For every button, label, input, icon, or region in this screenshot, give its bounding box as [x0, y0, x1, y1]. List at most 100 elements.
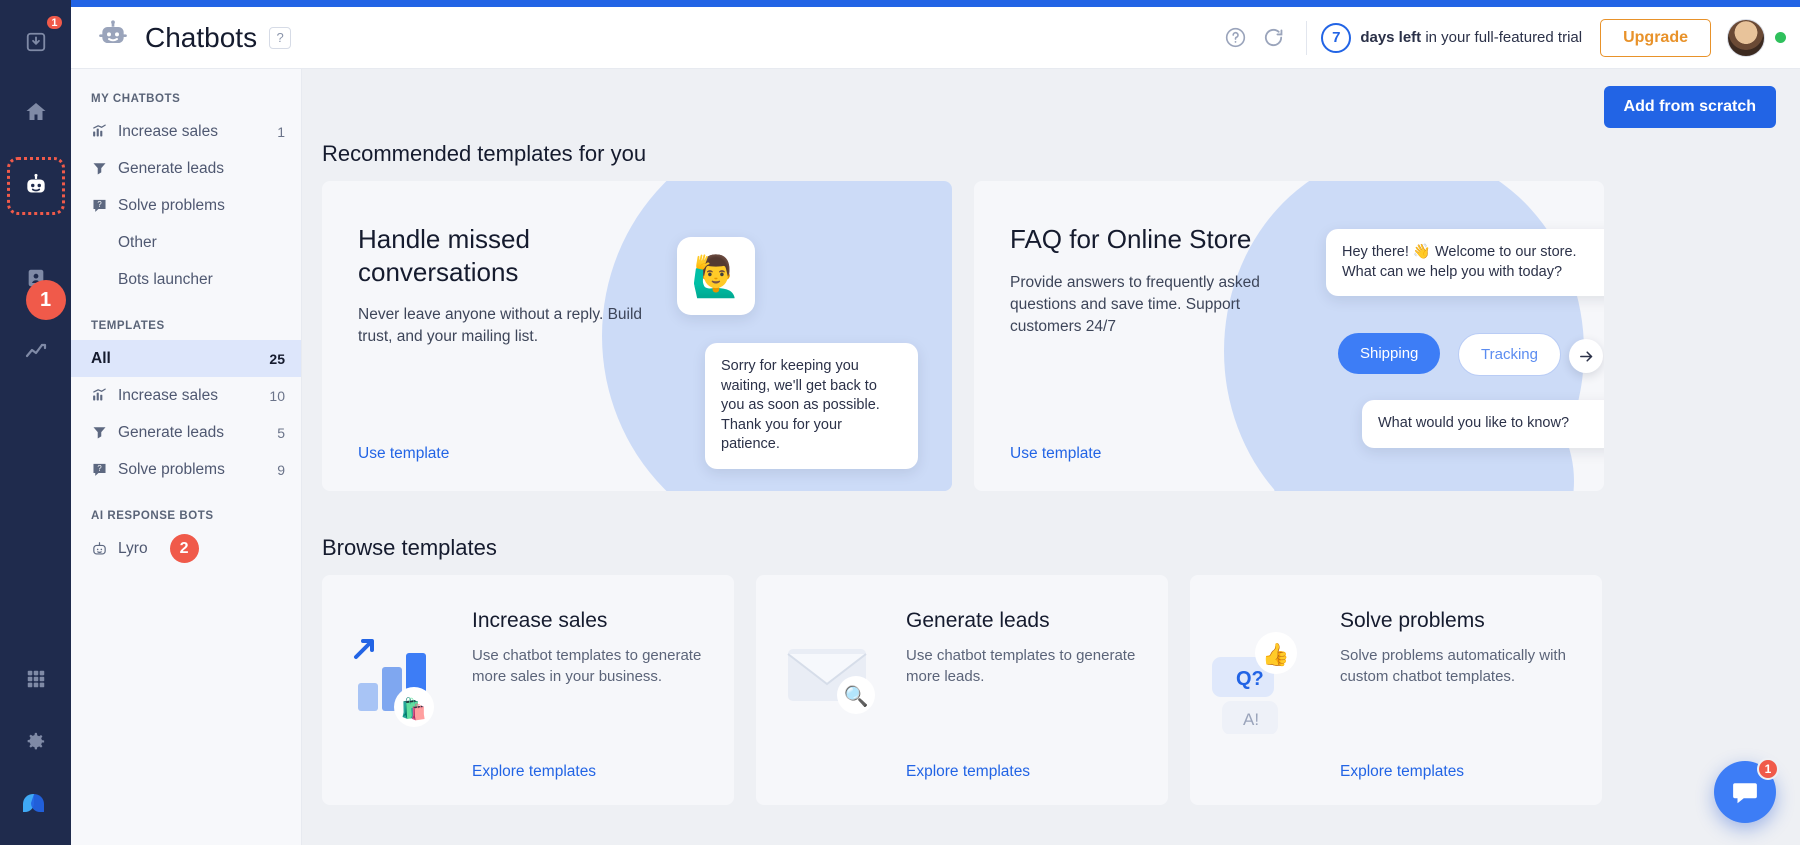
card-text-block: Handle missed conversations Never leave …	[322, 181, 662, 349]
add-from-scratch-button[interactable]: Add from scratch	[1604, 86, 1776, 128]
status-badge	[1775, 32, 1786, 43]
sidebar-item-solve-problems[interactable]: ? Solve problems	[71, 187, 301, 224]
sidebar: MY CHATBOTS Increase sales 1 Generate le…	[71, 69, 302, 845]
settings-gear-icon[interactable]	[12, 717, 60, 765]
help-chat-icon: ?	[91, 197, 108, 214]
chat-launcher-button[interactable]: 1	[1714, 761, 1776, 823]
card-title: Handle missed conversations	[358, 223, 662, 288]
sidebar-group-templates: TEMPLATES	[71, 298, 301, 340]
preview-bubble-question: What would you like to know?	[1362, 400, 1604, 448]
sidebar-item-label: Solve problems	[118, 197, 275, 215]
lyro-badge: 2	[170, 534, 199, 563]
sidebar-item-templates-increase-sales[interactable]: Increase sales 10	[71, 377, 301, 414]
launcher-badge: 1	[1757, 758, 1779, 780]
main-content: Add from scratch Recommended templates f…	[302, 69, 1800, 845]
sidebar-item-label: Generate leads	[118, 424, 267, 442]
sidebar-item-templates-solve-problems[interactable]: ? Solve problems 9	[71, 451, 301, 488]
sidebar-item-increase-sales[interactable]: Increase sales 1	[71, 113, 301, 150]
card-description: Use chatbot templates to generate more s…	[472, 645, 707, 687]
explore-templates-link[interactable]: Explore templates	[1340, 763, 1464, 781]
app-root: 1 1	[0, 0, 1800, 845]
page-title: Chatbots	[145, 22, 257, 54]
sidebar-item-count: 5	[277, 425, 285, 441]
header-actions: 7 days left in your full-featured trial …	[1216, 19, 1800, 57]
card-text-block: Solve problems Solve problems automatica…	[1340, 609, 1593, 687]
app-rail: 1 1	[0, 0, 71, 845]
svg-text:?: ?	[97, 464, 102, 473]
recommended-section-title: Recommended templates for you	[322, 141, 646, 167]
help-circle-icon[interactable]	[1216, 19, 1254, 57]
svg-text:🔍: 🔍	[844, 683, 869, 708]
sidebar-item-label: Generate leads	[118, 160, 275, 178]
browse-section-title: Browse templates	[322, 535, 497, 561]
explore-templates-link[interactable]: Explore templates	[472, 763, 596, 781]
template-card-handle-missed-conversations[interactable]: Handle missed conversations Never leave …	[322, 181, 952, 491]
app-header: Chatbots ? 7 days left in your full-feat…	[71, 7, 1800, 69]
sidebar-item-generate-leads[interactable]: Generate leads	[71, 150, 301, 187]
browse-card-increase-sales[interactable]: 🛍️ Increase sales Use chatbot templates …	[322, 575, 734, 805]
sidebar-item-label: Increase sales	[118, 387, 259, 405]
sidebar-item-count: 9	[277, 462, 285, 478]
quick-reply-tracking[interactable]: Tracking	[1458, 333, 1561, 376]
sidebar-item-all[interactable]: All 25	[71, 340, 301, 377]
explore-templates-link[interactable]: Explore templates	[906, 763, 1030, 781]
template-card-faq-online-store[interactable]: FAQ for Online Store Provide answers to …	[974, 181, 1604, 491]
use-template-link[interactable]: Use template	[1010, 445, 1101, 463]
card-description: Provide answers to frequently asked ques…	[1010, 272, 1314, 339]
sidebar-item-label: All	[91, 350, 259, 368]
browse-card-solve-problems[interactable]: Q? A! 👍 Solve problems Solve problems au…	[1190, 575, 1602, 805]
svg-text:🛍️: 🛍️	[401, 696, 427, 721]
top-accent-strip	[71, 0, 1800, 7]
contacts-icon[interactable]: 1	[12, 254, 60, 302]
sidebar-item-bots-launcher[interactable]: Bots launcher	[71, 261, 301, 298]
card-title: Generate leads	[906, 609, 1141, 633]
sidebar-item-count: 25	[269, 351, 285, 367]
chatbot-header-icon	[97, 19, 129, 56]
analytics-icon[interactable]	[12, 328, 60, 376]
inbox-badge: 1	[45, 14, 63, 31]
card-text-block: Increase sales Use chatbot templates to …	[472, 609, 725, 687]
sidebar-item-count: 1	[277, 124, 285, 140]
qa-art: Q? A! 👍	[1190, 609, 1340, 729]
increase-sales-icon	[91, 387, 108, 404]
svg-text:👍: 👍	[1262, 642, 1289, 667]
help-hint-button[interactable]: ?	[269, 27, 291, 49]
card-title: FAQ for Online Store	[1010, 223, 1314, 256]
upgrade-button[interactable]: Upgrade	[1600, 19, 1711, 57]
recommended-cards-row: Handle missed conversations Never leave …	[322, 181, 1800, 491]
inbox-icon[interactable]: 1	[12, 18, 60, 66]
trial-bold-text: days left	[1360, 29, 1421, 46]
browse-card-generate-leads[interactable]: 🔍 Generate leads Use chatbot templates t…	[756, 575, 1168, 805]
lyro-bot-icon	[91, 540, 108, 557]
funnel-icon	[91, 424, 108, 441]
chat-bubble-icon	[1730, 777, 1760, 807]
use-template-link[interactable]: Use template	[358, 445, 449, 463]
refresh-icon[interactable]	[1254, 19, 1292, 57]
sidebar-item-count: 10	[269, 388, 285, 404]
home-icon[interactable]	[12, 88, 60, 136]
apps-grid-icon[interactable]	[12, 655, 60, 703]
card-title: Solve problems	[1340, 609, 1575, 633]
card-text-block: Generate leads Use chatbot templates to …	[906, 609, 1159, 687]
chatbots-icon[interactable]	[12, 162, 60, 210]
card-description: Never leave anyone without a reply. Buil…	[358, 304, 662, 349]
quick-reply-shipping[interactable]: Shipping	[1338, 333, 1440, 374]
trial-days-count: 7	[1321, 23, 1351, 53]
card-description: Use chatbot templates to generate more l…	[906, 645, 1141, 687]
sidebar-item-templates-generate-leads[interactable]: Generate leads 5	[71, 414, 301, 451]
sidebar-group-ai-response-bots: AI RESPONSE BOTS	[71, 488, 301, 530]
increase-sales-icon	[91, 123, 108, 140]
sidebar-item-lyro[interactable]: Lyro 2	[71, 530, 301, 567]
browse-cards-row: 🛍️ Increase sales Use chatbot templates …	[322, 575, 1800, 805]
arrow-right-icon[interactable]	[1569, 339, 1603, 373]
raising-hand-emoji-icon: 🙋‍♂️	[677, 237, 755, 315]
sidebar-item-other[interactable]: Other	[71, 224, 301, 261]
help-chat-icon: ?	[91, 461, 108, 478]
trial-rest-text: in your full-featured trial	[1425, 29, 1582, 46]
sidebar-item-label: Lyro	[118, 540, 148, 558]
contacts-badge: 1	[26, 280, 66, 320]
avatar[interactable]	[1727, 19, 1765, 57]
a-label: A!	[1243, 710, 1259, 729]
envelope-art: 🔍	[756, 609, 906, 729]
tidio-logo-icon[interactable]	[12, 779, 60, 827]
